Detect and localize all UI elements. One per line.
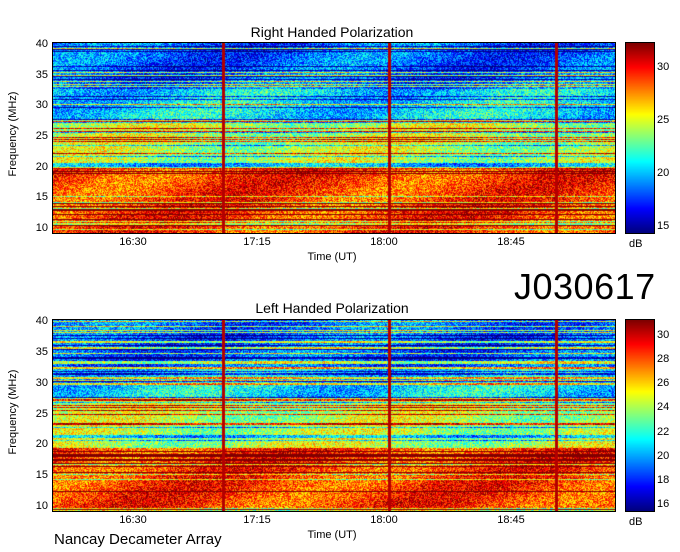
spectrogram-left [52, 319, 616, 512]
y-tick-label: 40 [35, 38, 48, 50]
x-tick-label: 17:15 [243, 514, 271, 526]
x-tick-label: 16:30 [119, 236, 147, 248]
y-tick-label: 15 [35, 469, 48, 481]
instrument-name: Nancay Decameter Array [54, 531, 222, 548]
colorbar-tick-label: 20 [657, 167, 670, 179]
colorbar-tick-label: 28 [657, 353, 670, 365]
y-tick-label: 25 [35, 408, 48, 420]
spectrogram-right-canvas [52, 42, 616, 234]
panel-1-xlabel: Time (UT) [307, 251, 357, 263]
panel-2-title: Left Handed Polarization [255, 300, 409, 316]
y-tick-label: 30 [35, 377, 48, 389]
panel-1-title: Right Handed Polarization [250, 24, 414, 40]
x-tick-label: 18:45 [497, 236, 525, 248]
colorbar-tick-label: 15 [657, 220, 670, 232]
panel-2-colorbar-label: dB [629, 516, 643, 528]
panel-2-xlabel: Time (UT) [307, 529, 357, 541]
y-tick-label: 20 [35, 161, 48, 173]
colorbar-tick-label: 20 [657, 450, 670, 462]
x-tick-label: 17:15 [243, 236, 271, 248]
x-tick-label: 18:00 [370, 236, 398, 248]
spectrogram-right [52, 42, 616, 234]
colorbar-left-canvas [625, 319, 655, 512]
y-tick-label: 15 [35, 191, 48, 203]
spectrogram-left-canvas [52, 319, 616, 512]
colorbar-tick-label: 25 [657, 114, 670, 126]
colorbar-tick-label: 24 [657, 401, 670, 413]
panel-1-colorbar-label: dB [629, 238, 643, 250]
colorbar-tick-label: 30 [657, 61, 670, 73]
colorbar-right [625, 42, 655, 234]
y-tick-label: 30 [35, 99, 48, 111]
colorbar-tick-label: 18 [657, 474, 670, 486]
x-tick-label: 16:30 [119, 514, 147, 526]
colorbar-tick-label: 26 [657, 377, 670, 389]
colorbar-tick-label: 16 [657, 498, 670, 510]
y-tick-label: 10 [35, 500, 48, 512]
y-tick-label: 40 [35, 315, 48, 327]
colorbar-tick-label: 30 [657, 329, 670, 341]
y-tick-label: 20 [35, 438, 48, 450]
colorbar-left [625, 319, 655, 512]
x-tick-label: 18:45 [497, 514, 525, 526]
colorbar-right-canvas [625, 42, 655, 234]
y-tick-label: 25 [35, 130, 48, 142]
y-tick-label: 35 [35, 69, 48, 81]
y-tick-label: 10 [35, 222, 48, 234]
x-tick-label: 18:00 [370, 514, 398, 526]
y-tick-label: 35 [35, 346, 48, 358]
colorbar-tick-label: 22 [657, 426, 670, 438]
observation-id: J030617 [514, 266, 656, 307]
